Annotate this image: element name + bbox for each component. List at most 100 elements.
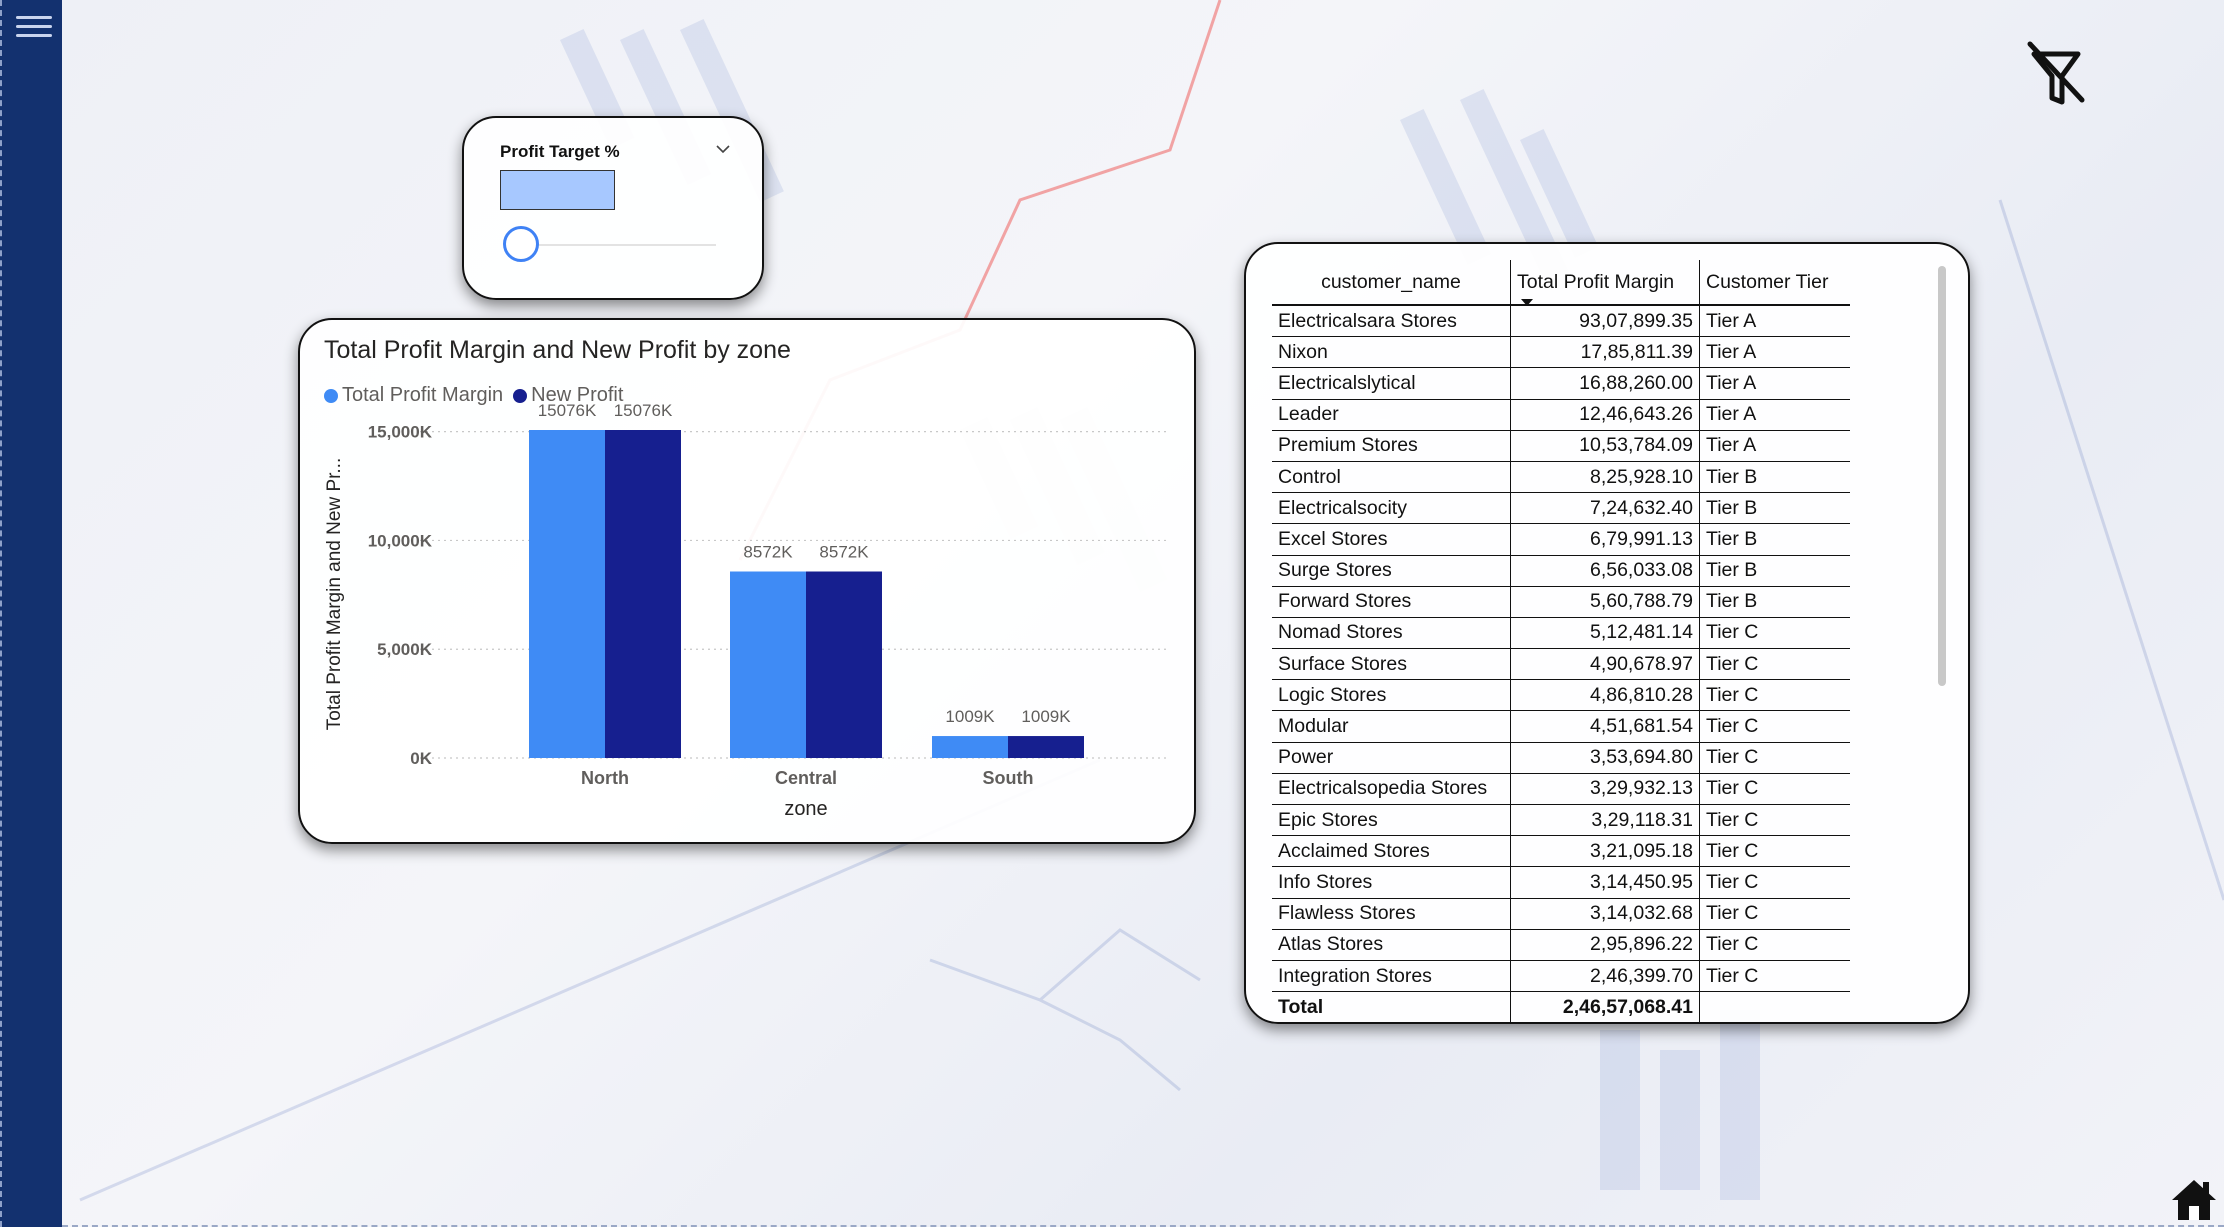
cell-customer-name: Flawless Stores [1272,898,1511,930]
customer-profit-table: customer_name Total Profit Margin Custom… [1272,260,1850,1023]
cell-customer-name: Integration Stores [1272,960,1511,993]
table-row[interactable]: Logic Stores 4,86,810.28 Tier C [1272,679,1850,712]
cell-total-profit-margin: 3,14,032.68 [1510,898,1700,930]
bar-new-profit-south[interactable] [1008,736,1084,758]
cell-customer-name: Nixon [1272,336,1511,369]
table-row[interactable]: Control 8,25,928.10 Tier B [1272,461,1850,494]
cell-customer-name: Atlas Stores [1272,929,1511,961]
cell-customer-name: Modular [1272,710,1511,743]
table-row[interactable]: Epic Stores 3,29,118.31 Tier C [1272,804,1850,837]
customer-table-card: customer_name Total Profit Margin Custom… [1244,242,1970,1024]
cell-customer-name: Power [1272,742,1511,774]
cell-total-profit-margin: 6,79,991.13 [1510,523,1700,556]
cell-total-profit-margin: 3,14,450.95 [1510,866,1700,899]
cell-total-profit-margin: 4,86,810.28 [1510,679,1700,712]
table-row[interactable]: Power 3,53,694.80 Tier C [1272,742,1850,774]
table-row[interactable]: Flawless Stores 3,14,032.68 Tier C [1272,898,1850,930]
cell-customer-name: Info Stores [1272,866,1511,899]
cell-total-profit-margin: 3,29,118.31 [1510,804,1700,837]
cell-customer-tier: Tier B [1699,555,1850,587]
cell-customer-tier: Tier C [1699,679,1850,712]
table-row[interactable]: Acclaimed Stores 3,21,095.18 Tier C [1272,835,1850,868]
table-row[interactable]: Electricalsara Stores 93,07,899.35 Tier A [1272,305,1850,338]
cell-customer-name: Excel Stores [1272,523,1511,556]
bar-total-profit-margin-south[interactable] [932,736,1008,758]
bar-total-profit-margin-north[interactable] [529,430,605,758]
page-bottom-border [62,1223,2224,1227]
cell-customer-name: Electricalsocity [1272,492,1511,525]
table-row[interactable]: Modular 4,51,681.54 Tier C [1272,710,1850,743]
table-row[interactable]: Excel Stores 6,79,991.13 Tier B [1272,523,1850,556]
cell-total-profit-margin: 3,53,694.80 [1510,742,1700,774]
cell-customer-tier: Tier C [1699,742,1850,774]
bar-new-profit-central[interactable] [806,571,882,758]
table-row[interactable]: Atlas Stores 2,95,896.22 Tier C [1272,929,1850,961]
cell-total-profit-margin: 93,07,899.35 [1510,305,1700,338]
cell-customer-tier: Tier B [1699,523,1850,556]
bar-new-profit-north[interactable] [605,430,681,758]
x-tick-label: South [983,768,1034,788]
table-row[interactable]: Info Stores 3,14,450.95 Tier C [1272,866,1850,899]
table-row[interactable]: Forward Stores 5,60,788.79 Tier B [1272,586,1850,618]
table-total-row: Total 2,46,57,068.41 [1272,991,1850,1023]
total-label: Total [1278,995,1324,1018]
cell-customer-name: Epic Stores [1272,804,1511,837]
table-row[interactable]: Electricalslytical 16,88,260.00 Tier A [1272,367,1850,400]
cell-customer-tier: Tier B [1699,586,1850,618]
table-row[interactable]: Nixon 17,85,811.39 Tier A [1272,336,1850,369]
bar-total-profit-margin-central[interactable] [730,571,806,758]
chevron-down-icon[interactable] [714,140,732,158]
cell-total-profit-margin: 8,25,928.10 [1510,461,1700,494]
table-row[interactable]: Surge Stores 6,56,033.08 Tier B [1272,555,1850,587]
column-header-customer-tier[interactable]: Customer Tier [1699,260,1850,306]
column-header-total-profit-margin[interactable]: Total Profit Margin [1510,260,1700,306]
cell-customer-tier: Tier C [1699,710,1850,743]
x-tick-label: Central [775,768,837,788]
cell-customer-name: Premium Stores [1272,430,1511,462]
cell-customer-tier: Tier C [1699,804,1850,837]
cell-customer-tier: Tier B [1699,461,1850,494]
cell-customer-tier: Tier A [1699,336,1850,369]
cell-total-profit-margin: 3,29,932.13 [1510,773,1700,806]
table-row[interactable]: Premium Stores 10,53,784.09 Tier A [1272,430,1850,462]
cell-total-profit-margin: 7,24,632.40 [1510,492,1700,525]
cell-customer-tier: Tier C [1699,929,1850,961]
table-row[interactable]: Leader 12,46,643.26 Tier A [1272,399,1850,431]
total-value: 2,46,57,068.41 [1510,991,1700,1023]
cell-customer-name: Leader [1272,399,1511,431]
home-icon[interactable] [2170,1176,2218,1222]
slicer-value-input[interactable] [500,170,615,210]
data-label: 15076K [538,401,597,420]
table-row[interactable]: Surface Stores 4,90,678.97 Tier C [1272,648,1850,681]
cell-customer-name: Electricalsara Stores [1272,305,1511,338]
hamburger-menu-icon[interactable] [16,10,52,46]
table-row[interactable]: Electricalsopedia Stores 3,29,932.13 Tier … [1272,773,1850,806]
data-label: 1009K [945,707,995,726]
cell-customer-tier: Tier C [1699,835,1850,868]
y-tick-label: 10,000K [368,531,433,550]
slider-handle[interactable] [503,226,539,262]
cell-total-profit-margin: 16,88,260.00 [1510,367,1700,400]
cell-total-profit-margin: 4,51,681.54 [1510,710,1700,743]
sort-descending-icon [1521,299,1533,306]
table-row[interactable]: Nomad Stores 5,12,481.14 Tier C [1272,617,1850,650]
bar-chart-plot: 0K 5,000K 10,000K 15,000K Total Profit Margi… [324,401,1170,820]
profit-target-slicer: Profit Target % [462,116,764,300]
cell-customer-tier: Tier C [1699,960,1850,993]
cell-total-profit-margin: 5,60,788.79 [1510,586,1700,618]
cell-customer-name: Surge Stores [1272,555,1511,587]
cell-total-profit-margin: 6,56,033.08 [1510,555,1700,587]
table-row[interactable]: Integration Stores 2,46,399.70 Tier C [1272,960,1850,993]
filter-clear-icon[interactable] [2024,40,2088,114]
column-header-customer-name[interactable]: customer_name [1272,260,1511,306]
cell-customer-tier: Tier C [1699,648,1850,681]
cell-customer-name: Surface Stores [1272,648,1511,681]
cell-customer-name: Forward Stores [1272,586,1511,618]
y-tick-label: 15,000K [368,423,433,442]
y-tick-label: 0K [410,749,432,768]
data-label: 1009K [1021,707,1071,726]
total-tier [1699,991,1850,1023]
column-header-label: Total Profit Margin [1517,270,1675,293]
table-row[interactable]: Electricalsocity 7,24,632.40 Tier B [1272,492,1850,525]
table-scrollbar[interactable] [1938,266,1946,686]
